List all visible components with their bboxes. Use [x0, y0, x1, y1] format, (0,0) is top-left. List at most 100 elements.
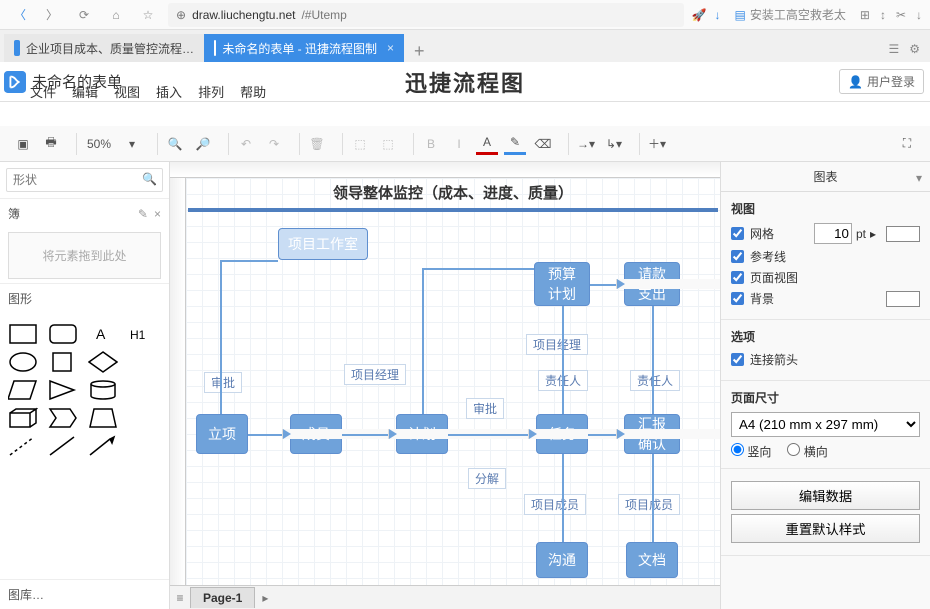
zoom-in-button[interactable]: 🔍: [164, 133, 186, 155]
tab-inactive[interactable]: 企业项目成本、质量管控流程…: [4, 34, 204, 62]
reset-style-button[interactable]: 重置默认样式: [731, 514, 920, 543]
lbl-approve2[interactable]: 审批: [466, 398, 504, 419]
download-icon[interactable]: ↓: [715, 8, 721, 22]
url-bar[interactable]: ⊕ draw.liuchengtu.net/#Utemp: [168, 3, 684, 27]
undo-button[interactable]: ↶: [235, 133, 257, 155]
node-doc[interactable]: 文档: [626, 542, 678, 578]
snap-checkbox[interactable]: [731, 353, 744, 366]
node-pm[interactable]: 项目经理: [526, 334, 588, 355]
lbl-approve[interactable]: 审批: [204, 372, 242, 393]
shape-line[interactable]: [48, 435, 78, 457]
clear-format-button[interactable]: ⌫: [532, 133, 554, 155]
apps-icon[interactable]: ⊞: [860, 8, 870, 22]
sidebar-toggle-icon[interactable]: ☰: [888, 42, 899, 56]
grid-checkbox[interactable]: [731, 227, 744, 240]
shape-cylinder[interactable]: [88, 379, 118, 401]
shape-step[interactable]: [48, 407, 78, 429]
grid-size-input[interactable]: [814, 223, 852, 244]
highlight-button[interactable]: ✎: [504, 133, 526, 155]
close-tab-button[interactable]: ×: [387, 41, 394, 55]
reload-button[interactable]: ⟳: [72, 3, 96, 27]
portrait-radio[interactable]: 竖向: [731, 443, 771, 460]
shape-rect[interactable]: [8, 323, 38, 345]
shapes-header[interactable]: 图形: [0, 283, 169, 313]
shape-text[interactable]: A: [88, 323, 118, 345]
shape-cube[interactable]: [8, 407, 38, 429]
forward-button[interactable]: 〉: [40, 3, 64, 27]
shape-square[interactable]: [48, 351, 78, 373]
login-button[interactable]: 👤 用户登录: [839, 69, 924, 94]
shape-h1[interactable]: H1: [128, 323, 158, 345]
back-button[interactable]: 〈: [8, 3, 32, 27]
shape-triangle[interactable]: [48, 379, 78, 401]
guide-checkbox[interactable]: [731, 250, 744, 263]
search-icon[interactable]: 🔍: [142, 172, 157, 186]
save-button[interactable]: ▣: [12, 133, 34, 155]
node-resp2[interactable]: 责任人: [630, 370, 680, 391]
sync-icon[interactable]: ↕: [880, 8, 886, 22]
back-button-z[interactable]: ⬚: [377, 133, 399, 155]
drawing-canvas[interactable]: 领导整体监控（成本、进度、质量） 项目工作室 预算 计划 请款 支出 项目经理 …: [186, 178, 720, 585]
node-teammember1[interactable]: 项目成员: [524, 494, 586, 515]
connector-straight-button[interactable]: →▾: [575, 133, 597, 155]
cut-icon[interactable]: ✂: [896, 8, 906, 22]
menu-insert[interactable]: 插入: [156, 82, 182, 101]
menu-view[interactable]: 视图: [114, 82, 140, 101]
new-tab-button[interactable]: +: [404, 41, 435, 62]
redo-button[interactable]: ↷: [263, 133, 285, 155]
bold-button[interactable]: B: [420, 133, 442, 155]
menu-file[interactable]: 文件: [30, 82, 56, 101]
menu-edit[interactable]: 编辑: [72, 82, 98, 101]
settings-icon[interactable]: ⚙: [909, 42, 920, 56]
node-pm2[interactable]: 项目经理: [344, 364, 406, 385]
shape-trapezoid[interactable]: [88, 407, 118, 429]
shape-arrowline[interactable]: [88, 435, 118, 457]
menu-help[interactable]: 帮助: [240, 82, 266, 101]
scratchpad-header[interactable]: 簿 ✎×: [0, 198, 169, 228]
edit-data-button[interactable]: 编辑数据: [731, 481, 920, 510]
pages-menu-button[interactable]: ≡: [170, 591, 190, 605]
node-lixiang[interactable]: 立项: [196, 414, 248, 454]
rocket-icon[interactable]: 🚀: [692, 8, 707, 22]
favorite-star-icon[interactable]: ☆: [136, 3, 160, 27]
node-budget[interactable]: 预算 计划: [534, 262, 590, 306]
shape-dashline[interactable]: [8, 435, 38, 457]
page-tab[interactable]: Page-1: [190, 587, 255, 608]
node-workshop[interactable]: 项目工作室: [278, 228, 368, 260]
shape-roundrect[interactable]: [48, 323, 78, 345]
bookmark-link[interactable]: ▤ 安装工高空救老太: [729, 4, 852, 26]
chevron-down-icon[interactable]: ▾: [121, 133, 143, 155]
bg-checkbox[interactable]: [731, 292, 744, 305]
edit-icon[interactable]: ✎: [138, 207, 148, 221]
add-page-button[interactable]: ▸: [255, 591, 275, 605]
zoom-out-button[interactable]: 🔎: [192, 133, 214, 155]
tab-active[interactable]: 未命名的表单 - 迅捷流程图制 ×: [204, 34, 404, 62]
panel-header[interactable]: 图表 ▾: [721, 162, 930, 192]
shape-parallelogram[interactable]: [8, 379, 38, 401]
pageview-checkbox[interactable]: [731, 271, 744, 284]
italic-button[interactable]: I: [448, 133, 470, 155]
delete-button[interactable]: 🗑: [306, 133, 328, 155]
more-shapes-button[interactable]: 图库…: [0, 579, 169, 609]
node-comm[interactable]: 沟通: [536, 542, 588, 578]
font-color-button[interactable]: A: [476, 133, 498, 155]
print-button[interactable]: 🖶: [40, 133, 62, 155]
shape-diamond[interactable]: [88, 351, 118, 373]
node-teammember2[interactable]: 项目成员: [618, 494, 680, 515]
menu-arrange[interactable]: 排列: [198, 82, 224, 101]
zoom-value[interactable]: 50%: [83, 137, 115, 151]
grid-color-swatch[interactable]: [886, 226, 920, 242]
connector-elbow-button[interactable]: ↳▾: [603, 133, 625, 155]
shape-ellipse[interactable]: [8, 351, 38, 373]
search-input[interactable]: [6, 168, 163, 192]
lbl-split[interactable]: 分解: [468, 468, 506, 489]
landscape-radio[interactable]: 横向: [787, 443, 827, 460]
pagesize-select[interactable]: A4 (210 mm x 297 mm): [731, 412, 920, 437]
home-button[interactable]: ⌂: [104, 3, 128, 27]
add-button[interactable]: ＋▾: [646, 133, 668, 155]
stepper-icon[interactable]: ▸: [870, 227, 876, 241]
close-icon[interactable]: ×: [154, 207, 161, 221]
scratchpad-drop[interactable]: 将元素拖到此处: [8, 232, 161, 279]
more-icon[interactable]: ↓: [916, 8, 922, 22]
bg-color-swatch[interactable]: [886, 291, 920, 307]
